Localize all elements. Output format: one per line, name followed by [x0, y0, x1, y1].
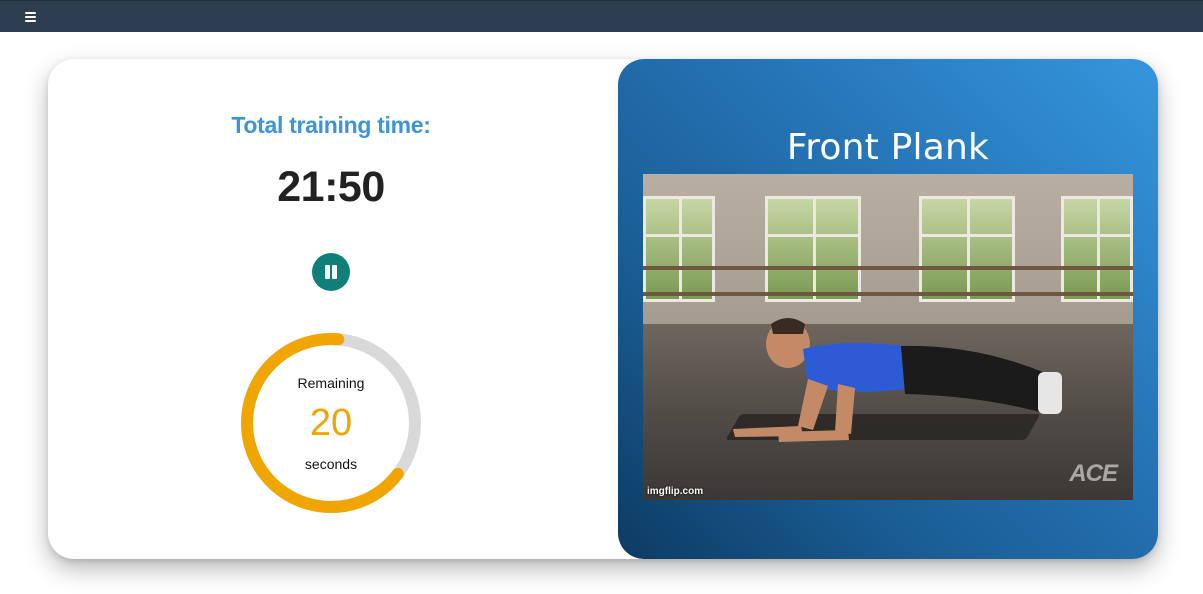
pause-icon: [325, 265, 330, 279]
hamburger-menu-icon[interactable]: [22, 9, 40, 25]
remaining-timer-ring: Remaining 20 seconds: [240, 332, 422, 514]
top-navbar: [0, 0, 1203, 32]
seconds-unit-label: seconds: [304, 456, 358, 472]
exercise-demo-image: imgflip.com ACE: [643, 174, 1133, 500]
pause-button[interactable]: [312, 253, 350, 291]
exercise-panel: Front Plank imgflip.com ACE: [618, 59, 1158, 559]
exercise-title: Front Plank: [786, 127, 990, 168]
timer-panel: Total training time: 21:50 Remaining 20 …: [48, 59, 618, 559]
plank-figure: [733, 318, 1062, 442]
image-watermark: imgflip.com: [647, 486, 704, 497]
total-training-time-value: 21:50: [277, 163, 385, 211]
workout-card: Total training time: 21:50 Remaining 20 …: [48, 59, 1158, 559]
remaining-seconds-value: 20: [309, 402, 353, 444]
image-logo: ACE: [1069, 460, 1118, 487]
total-training-time-label: Total training time:: [231, 112, 431, 138]
remaining-label: Remaining: [297, 375, 365, 391]
